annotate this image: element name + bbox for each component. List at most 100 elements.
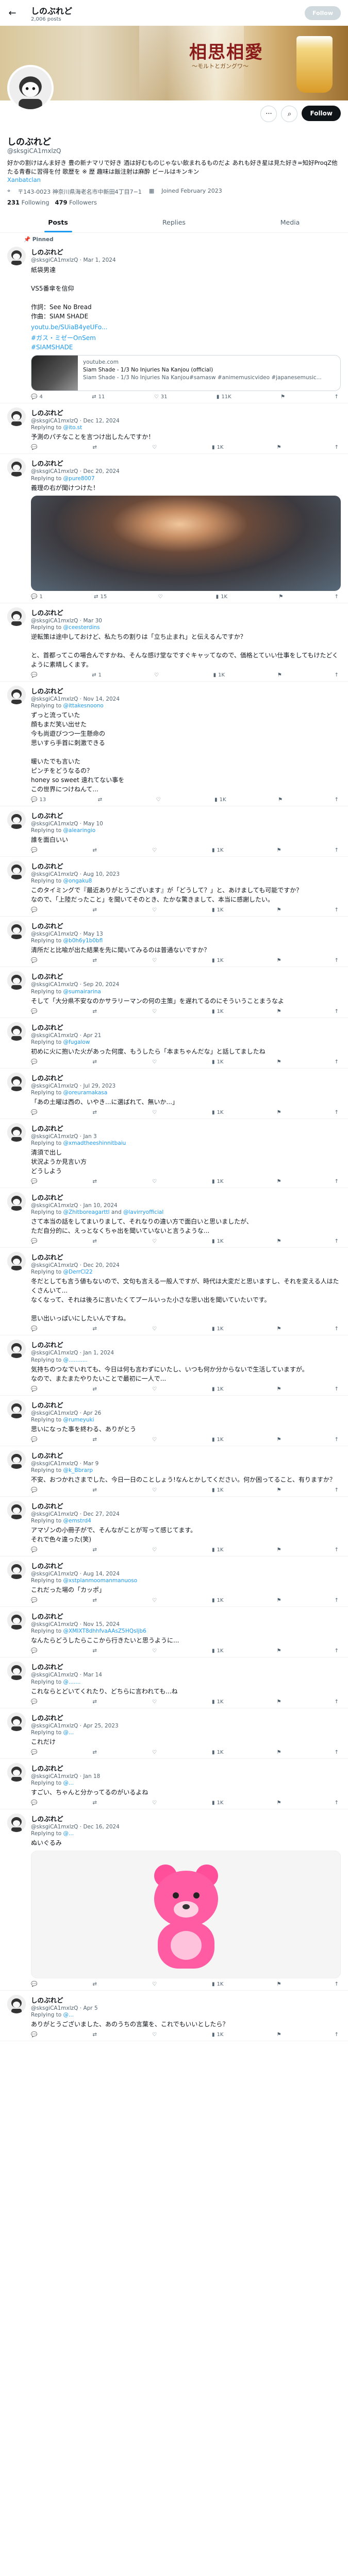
share-button[interactable]: ↑ xyxy=(335,1699,339,1705)
views-button[interactable]: ▮ 1K xyxy=(212,2032,223,2038)
tweet-author-name[interactable]: しのぶれど xyxy=(31,1501,341,1511)
bookmark-button[interactable]: ⚑ xyxy=(277,1110,281,1115)
reply-mention-link[interactable]: @lavirryofficial xyxy=(123,1209,163,1215)
tweet-avatar[interactable] xyxy=(7,408,26,427)
tweet-avatar[interactable] xyxy=(7,1123,26,1142)
reply-button[interactable]: 💬 xyxy=(31,848,39,853)
bookmark-button[interactable]: ⚑ xyxy=(277,1699,281,1705)
tweet[interactable]: しのぶれど @sksgiCA1mxlzQ · Dec 20, 2024 Replyi… xyxy=(0,1248,348,1336)
share-button[interactable]: ↑ xyxy=(335,907,339,913)
reply-button[interactable]: 💬 xyxy=(31,1059,39,1065)
tweet-avatar[interactable] xyxy=(7,607,26,626)
tweet-author-name[interactable]: しのぶれど xyxy=(31,1073,341,1082)
like-button[interactable]: ♡ xyxy=(154,672,161,678)
bookmark-button[interactable]: ⚑ xyxy=(277,958,281,963)
tweet-avatar[interactable] xyxy=(7,1561,26,1580)
retweet-button[interactable]: ⇄ xyxy=(93,1648,99,1654)
retweet-button[interactable]: ⇄ xyxy=(93,958,99,963)
profile-avatar[interactable] xyxy=(7,65,54,111)
tweet[interactable]: しのぶれど @sksgiCA1mxlzQ · May 13 Replying to … xyxy=(0,917,348,968)
share-button[interactable]: ↑ xyxy=(335,1110,339,1115)
views-button[interactable]: ▮ 1K xyxy=(212,445,223,450)
reply-button[interactable]: 💬 xyxy=(31,1239,39,1244)
share-button[interactable]: ↑ xyxy=(335,1386,339,1392)
reply-button[interactable]: 💬 xyxy=(31,1981,39,1987)
tweet-author-name[interactable]: しのぶれど xyxy=(31,1814,341,1823)
tweet[interactable]: しのぶれど @sksgiCA1mxlzQ · Dec 12, 2024 Replyi… xyxy=(0,403,348,454)
bookmark-button[interactable]: ⚑ xyxy=(277,1437,281,1443)
tweet-author-name[interactable]: しのぶれど xyxy=(31,861,341,871)
like-button[interactable]: ♡ xyxy=(158,594,164,600)
retweet-button[interactable]: ⇄ xyxy=(93,1386,99,1392)
share-button[interactable]: ↑ xyxy=(335,1598,339,1603)
reply-button[interactable]: 💬 xyxy=(31,1750,39,1755)
tweet-photo[interactable] xyxy=(31,1851,341,1979)
reply-mention-link[interactable]: @k_Bbrarp xyxy=(63,1467,93,1473)
share-button[interactable]: ↑ xyxy=(335,1326,339,1332)
reply-button[interactable]: 💬 xyxy=(31,1179,39,1184)
views-button[interactable]: ▮ 1K xyxy=(212,1179,223,1184)
reply-mention-link[interactable]: @emstrd4 xyxy=(63,1518,91,1524)
reply-button[interactable]: 💬 xyxy=(31,2032,39,2038)
retweet-button[interactable]: ⇄ xyxy=(93,1598,99,1603)
tweet-avatar[interactable] xyxy=(7,1611,26,1630)
reply-mention-link[interactable]: @... xyxy=(63,1730,74,1736)
bookmark-button[interactable]: ⚑ xyxy=(277,2032,281,2038)
more-options-button[interactable]: ··· xyxy=(260,106,277,122)
views-button[interactable]: ▮ 1K xyxy=(216,594,227,600)
views-button[interactable]: ▮ 11K xyxy=(217,394,231,400)
tweet[interactable]: しのぶれど @sksgiCA1mxlzQ · Mar 30 Replying to … xyxy=(0,603,348,682)
share-button[interactable]: ↑ xyxy=(335,1547,339,1553)
views-button[interactable]: ▮ 1K xyxy=(212,1487,223,1493)
like-button[interactable]: ♡ xyxy=(152,1800,159,1806)
tweet-avatar[interactable] xyxy=(7,1813,26,1832)
bookmark-button[interactable]: ⚑ xyxy=(277,1179,281,1184)
tweet-avatar[interactable] xyxy=(7,1662,26,1681)
bookmark-button[interactable]: ⚑ xyxy=(277,1386,281,1392)
reply-button[interactable]: 💬 13 xyxy=(31,797,46,803)
reply-mention-link[interactable]: @ongaku8 xyxy=(63,878,92,884)
reply-button[interactable]: 💬 xyxy=(31,1386,39,1392)
followers-label[interactable]: Followers xyxy=(69,199,97,206)
reply-mention-link[interactable]: @rumeyuki xyxy=(63,1417,94,1423)
tweet-avatar[interactable] xyxy=(7,685,26,704)
bookmark-button[interactable]: ⚑ xyxy=(277,1800,281,1806)
views-button[interactable]: ▮ 1K xyxy=(212,1110,223,1115)
like-button[interactable]: ♡ xyxy=(152,1437,159,1443)
bookmark-button[interactable]: ⚑ xyxy=(277,1487,281,1493)
reply-mention-link[interactable]: @alearingio xyxy=(63,827,96,834)
tweet-hashtags[interactable]: #ガス・ミゼーOnSem #SIAMSHADE xyxy=(31,333,341,352)
tweet[interactable]: しのぶれど @sksgiCA1mxlzQ · Apr 21 Replying to … xyxy=(0,1018,348,1069)
views-button[interactable]: ▮ 1K xyxy=(212,1750,223,1755)
retweet-button[interactable]: ⇄ xyxy=(93,1326,99,1332)
retweet-button[interactable]: ⇄ xyxy=(93,1437,99,1443)
retweet-button[interactable]: ⇄ xyxy=(93,1750,99,1755)
like-button[interactable]: ♡ xyxy=(152,1386,159,1392)
bookmark-button[interactable]: ⚑ xyxy=(277,1326,281,1332)
tweet-author-name[interactable]: しのぶれど xyxy=(31,247,341,257)
tweet[interactable]: しのぶれど @sksgiCA1mxlzQ · Apr 5 Replying to @… xyxy=(0,1991,348,2042)
views-button[interactable]: ▮ 1K xyxy=(212,1437,223,1443)
reply-mention-link[interactable]: @........... xyxy=(63,1357,88,1363)
reply-mention-link[interactable]: @xmadtheeshinnitbaiu xyxy=(63,1140,126,1146)
views-button[interactable]: ▮ 1K xyxy=(212,1239,223,1244)
retweet-button[interactable]: ⇄ xyxy=(93,1179,99,1184)
views-button[interactable]: ▮ 1K xyxy=(212,1800,223,1806)
profile-bio-link[interactable]: Xanbatclan xyxy=(7,176,41,183)
reply-mention-link[interactable]: @b0h6y1b0bfl xyxy=(63,938,103,944)
views-button[interactable]: ▮ 1K xyxy=(212,1386,223,1392)
tweet-author-name[interactable]: しのぶれど xyxy=(31,1450,341,1460)
reply-mention-link[interactable]: @Zhitboreagarttl xyxy=(63,1209,110,1215)
bookmark-button[interactable]: ⚑ xyxy=(277,1598,281,1603)
like-button[interactable]: ♡ xyxy=(152,1648,159,1654)
tweet-author-name[interactable]: しのぶれど xyxy=(31,1561,341,1570)
share-button[interactable]: ↑ xyxy=(335,672,339,678)
reply-button[interactable]: 💬 4 xyxy=(31,394,43,400)
like-button[interactable]: ♡ xyxy=(152,1981,159,1987)
tweet-avatar[interactable] xyxy=(7,1022,26,1041)
retweet-button[interactable]: ⇄ xyxy=(93,1059,99,1065)
tab-posts[interactable]: Posts xyxy=(0,212,116,232)
bookmark-button[interactable]: ⚑ xyxy=(277,1059,281,1065)
bookmark-button[interactable]: ⚑ xyxy=(277,1750,281,1755)
tweet-avatar[interactable] xyxy=(7,921,26,940)
